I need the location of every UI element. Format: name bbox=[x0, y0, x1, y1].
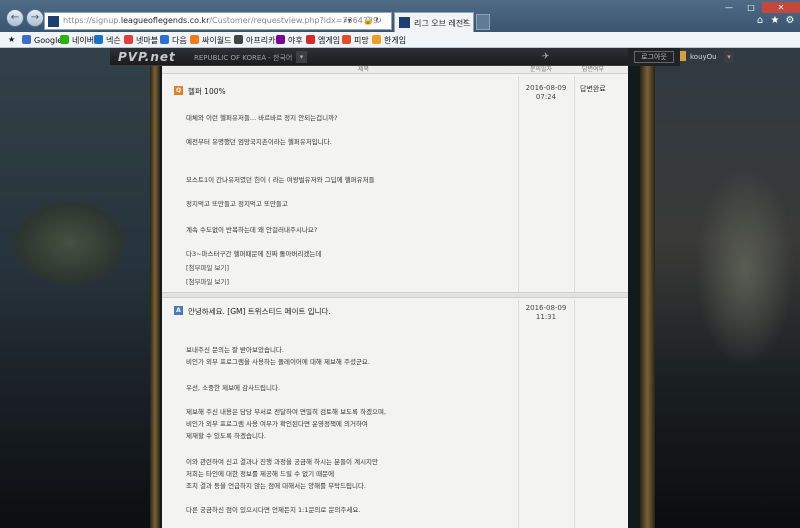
gear-icon[interactable]: ⚙ bbox=[784, 15, 796, 27]
attachment-link[interactable]: [첨부파일 보기] bbox=[186, 262, 229, 272]
yahoo-icon bbox=[276, 35, 285, 44]
answer-line: 비인가 외부 프로그램 사용 여부가 확인된다면 운영정책에 의거하여 bbox=[186, 420, 368, 428]
background-art-right bbox=[655, 48, 800, 528]
post-divider bbox=[162, 292, 628, 298]
question-line: 모스트1이 간나유저였던 힌이 ( 라는 여왕벌유저와 그딥에 헬퍼유저들 bbox=[186, 176, 375, 184]
answer-line: 조치 결과 등을 언급하지 않는 점에 대해서는 양해를 부탁드립니다. bbox=[186, 482, 367, 490]
region-selector[interactable]: REPUBLIC OF KOREA - 한국어 bbox=[194, 53, 292, 63]
mgame-icon bbox=[306, 35, 315, 44]
hangame-icon bbox=[372, 35, 381, 44]
send-icon[interactable]: ✈ bbox=[542, 52, 550, 62]
favorites-bar: ★ Google 네이버 넥슨 넷마블 다음 싸이월드 아프리카 야후 엠게임 … bbox=[0, 32, 800, 48]
table-header: 제목 문의일자 답변여부 bbox=[162, 66, 628, 74]
google-icon bbox=[22, 35, 31, 44]
minimize-button[interactable]: — bbox=[718, 2, 740, 13]
background-art-left bbox=[0, 48, 150, 528]
header-status: 답변여부 bbox=[582, 66, 605, 73]
logout-button[interactable]: 로그아웃 bbox=[634, 51, 674, 63]
answer-line: 저희는 타인에 대한 정보를 제공해 드릴 수 없기 때문에 bbox=[186, 470, 335, 478]
answer-line: 이와 관련하여 신고 결과나 진행 과정을 궁금해 하시는 분들이 계시지만 bbox=[186, 458, 379, 466]
chevron-down-icon[interactable]: ▾ bbox=[296, 51, 307, 63]
back-button[interactable]: ← bbox=[6, 9, 24, 27]
question-line: 다3~마스터구간 헬퍼때문에 진짜 돌아버리겠는데 bbox=[186, 250, 322, 258]
address-bar[interactable]: https://signup.leagueoflegends.co.kr/Cus… bbox=[44, 12, 392, 30]
maximize-button[interactable]: □ bbox=[740, 2, 762, 13]
naver-icon bbox=[60, 35, 69, 44]
header-date: 문의일자 bbox=[530, 66, 553, 73]
home-icon[interactable]: ⌂ bbox=[754, 15, 766, 27]
favorite-cyworld[interactable]: 싸이월드 bbox=[190, 35, 231, 46]
site-favicon-icon bbox=[48, 16, 59, 27]
content-frame-right bbox=[640, 48, 655, 528]
search-icon[interactable]: ⌕▾ bbox=[343, 16, 352, 26]
browser-titlebar: ← → https://signup.leagueoflegends.co.kr… bbox=[0, 0, 800, 32]
status-badge: 답변완료 bbox=[580, 85, 606, 93]
favorite-mgame[interactable]: 엠게임 bbox=[306, 35, 340, 46]
tab-close-icon[interactable]: ✕ bbox=[462, 17, 469, 26]
favorite-daum[interactable]: 다음 bbox=[160, 35, 187, 46]
pvp-logo[interactable]: PVP.net bbox=[118, 50, 176, 64]
daum-icon bbox=[160, 35, 169, 44]
column-divider bbox=[574, 300, 575, 528]
answer-line: 제보해 주신 내용은 담당 부서로 전달하여 면밀히 검토해 보도록 하겠으며, bbox=[186, 408, 387, 416]
afreeca-icon bbox=[234, 35, 243, 44]
answer-line: 보내주신 문의는 잘 받아보았습니다. bbox=[186, 346, 284, 354]
answer-date: 2016-08-09 11:31 bbox=[525, 304, 567, 321]
favorites-star-icon[interactable]: ★ bbox=[769, 15, 781, 27]
favorite-pmang[interactable]: 피망 bbox=[342, 35, 369, 46]
attachment-link[interactable]: [첨부파일 보기] bbox=[186, 276, 229, 286]
lock-icon[interactable]: 🔒 bbox=[363, 16, 373, 25]
question-title: 헬퍼 100% bbox=[188, 87, 226, 96]
tab-active[interactable]: 리그 오브 레전드 ✕ bbox=[394, 12, 474, 32]
url-text: https://signup.leagueoflegends.co.kr/Cus… bbox=[63, 16, 379, 25]
favorite-google[interactable]: Google bbox=[22, 35, 62, 45]
question-line: 대체와 이런 헬퍼유저들... 바르바르 정지 안되는겁니까? bbox=[186, 114, 338, 122]
answer-line: 비인가 외부 프로그램을 사용하는 플레이어에 대해 제보해 주셨군요. bbox=[186, 358, 370, 366]
cyworld-icon bbox=[190, 35, 199, 44]
username[interactable]: kouyOu bbox=[690, 53, 717, 61]
answer-line: 다른 궁금하신 점이 있으시다면 언제든지 1:1문의로 문의주세요. bbox=[186, 506, 361, 514]
question-line: 계속 수도없이 반복하는데 왜 안걸러내주시나요? bbox=[186, 226, 318, 234]
new-tab-button[interactable] bbox=[476, 14, 490, 30]
column-divider bbox=[518, 300, 519, 528]
pmang-icon bbox=[342, 35, 351, 44]
question-line: 예전부터 유명했던 엄망국지촌이라는 헬퍼유저입니다. bbox=[186, 138, 332, 146]
nexon-icon bbox=[94, 35, 103, 44]
answer-line: 우선, 소중한 제보에 감사드립니다. bbox=[186, 384, 281, 392]
page-viewport: PVP.net REPUBLIC OF KOREA - 한국어 ▾ ✈ kouy… bbox=[0, 48, 800, 528]
user-area: 로그아웃 bbox=[628, 48, 680, 66]
favorite-afreeca[interactable]: 아프리카 bbox=[234, 35, 275, 46]
question-date: 2016-08-09 07:24 bbox=[525, 84, 567, 101]
refresh-icon[interactable]: ↻ bbox=[375, 16, 382, 25]
favorite-nexon[interactable]: 넥슨 bbox=[94, 35, 121, 46]
netmarble-icon bbox=[124, 35, 133, 44]
close-button[interactable]: ✕ bbox=[762, 2, 800, 13]
favorite-netmarble[interactable]: 넷마블 bbox=[124, 35, 158, 46]
header-title: 제목 bbox=[358, 66, 370, 73]
question-line: 정지먹고 또만들고 정지먹고 또만들고 bbox=[186, 200, 288, 208]
inquiry-detail: 제목 문의일자 답변여부 Q 헬퍼 100% 2016-08-09 07:24 답… bbox=[162, 66, 628, 528]
answer-line: 제재할 수 있도록 하겠습니다. bbox=[186, 432, 267, 440]
chevron-down-icon[interactable]: ▾ bbox=[724, 51, 734, 63]
tab-favicon-icon bbox=[399, 17, 410, 28]
favorite-yahoo[interactable]: 야후 bbox=[276, 35, 303, 46]
answer-badge: A bbox=[174, 306, 183, 315]
favorites-star-icon[interactable]: ★ bbox=[8, 35, 15, 44]
column-divider bbox=[518, 76, 519, 294]
favorite-hangame[interactable]: 한게임 bbox=[372, 35, 406, 46]
column-divider bbox=[574, 76, 575, 294]
forward-button[interactable]: → bbox=[26, 9, 44, 27]
answer-title: 안녕하세요. [GM] 트위스티드 페이트 입니다. bbox=[188, 307, 331, 316]
question-badge: Q bbox=[174, 86, 183, 95]
content-frame-left bbox=[150, 48, 160, 528]
favorite-naver[interactable]: 네이버 bbox=[60, 35, 94, 46]
